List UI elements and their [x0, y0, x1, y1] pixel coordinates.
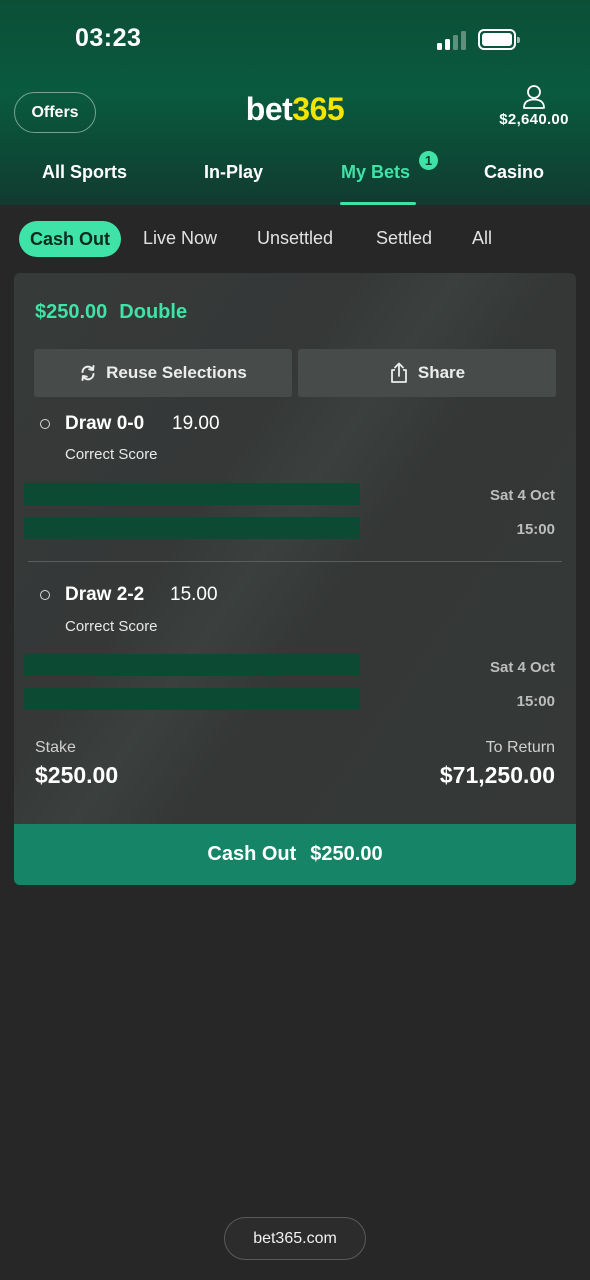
- filter-settled[interactable]: Settled: [376, 228, 432, 249]
- logo-text-365: 365: [292, 91, 345, 127]
- selection-status-icon: [40, 590, 50, 600]
- app-header: 03:23 Offers bet365 $2,640.00 All Sports…: [0, 0, 590, 205]
- cash-out-value: $250.00: [310, 843, 383, 865]
- filter-live-now[interactable]: Live Now: [143, 228, 217, 249]
- to-return-label: To Return: [485, 739, 555, 756]
- tab-my-bets-label: My Bets: [341, 162, 411, 182]
- user-icon: [523, 85, 545, 109]
- filter-cash-out[interactable]: Cash Out: [19, 221, 121, 257]
- reuse-selections-label: Reuse Selections: [106, 363, 247, 382]
- bet-summary: $250.00 Double: [35, 301, 199, 324]
- stake-value: $250.00: [35, 762, 119, 788]
- selection-status-icon: [40, 419, 50, 429]
- status-time: 03:23: [75, 24, 142, 52]
- tab-casino[interactable]: Casino: [484, 162, 544, 183]
- share-button[interactable]: Share: [298, 349, 556, 397]
- filter-unsettled[interactable]: Unsettled: [257, 228, 333, 249]
- to-return-value: $71,250.00: [439, 762, 555, 788]
- selection-market: Correct Score: [65, 446, 158, 463]
- filter-all[interactable]: All: [472, 228, 492, 249]
- refresh-icon: [81, 365, 95, 381]
- event-date: Sat 4 Oct: [489, 487, 555, 504]
- tab-all-sports[interactable]: All Sports: [42, 162, 127, 183]
- event-name-bar: [24, 654, 360, 676]
- selection-odds: 19.00: [172, 413, 220, 434]
- event-name-bar: [24, 688, 360, 710]
- tab-in-play[interactable]: In-Play: [204, 162, 263, 183]
- main-tabs: All Sports In-Play My Bets 1 Casino: [0, 151, 590, 205]
- my-bets-count-badge: 1: [419, 151, 438, 170]
- share-label: Share: [417, 363, 466, 382]
- cash-out-button[interactable]: Cash Out $250.00: [14, 824, 576, 885]
- event-time: 15:00: [516, 693, 555, 710]
- event-date: Sat 4 Oct: [489, 659, 555, 676]
- event-name-bar: [24, 517, 360, 539]
- share-icon: [390, 362, 407, 383]
- selection-name: Draw 0-0: [65, 413, 145, 434]
- bet-amount: $250.00: [35, 301, 108, 323]
- tab-my-bets[interactable]: My Bets: [341, 162, 410, 183]
- browser-url-pill[interactable]: bet365.com: [224, 1217, 366, 1260]
- reuse-selections-button[interactable]: Reuse Selections: [34, 349, 292, 397]
- cash-out-label: Cash Out: [207, 843, 297, 865]
- selection-name: Draw 2-2: [65, 584, 145, 605]
- account-balance: $2,640.00: [499, 111, 569, 128]
- bet-type: Double: [119, 301, 188, 323]
- event-time: 15:00: [516, 521, 555, 538]
- active-tab-indicator: [340, 202, 416, 205]
- account-button[interactable]: $2,640.00: [488, 84, 580, 128]
- battery-icon: [478, 29, 520, 50]
- stake-label: Stake: [35, 739, 76, 756]
- event-name-bar: [24, 483, 360, 505]
- selection-odds: 15.00: [170, 584, 218, 605]
- logo-text-bet: bet: [245, 91, 293, 127]
- signal-icon: [437, 30, 467, 50]
- bet-filter-tabs: Cash Out Live Now Unsettled Settled All: [0, 220, 590, 258]
- selection-market: Correct Score: [65, 618, 158, 635]
- selection-divider: [28, 561, 562, 562]
- bet-card: $250.00 Double Reuse Selections Share Dra…: [14, 273, 576, 885]
